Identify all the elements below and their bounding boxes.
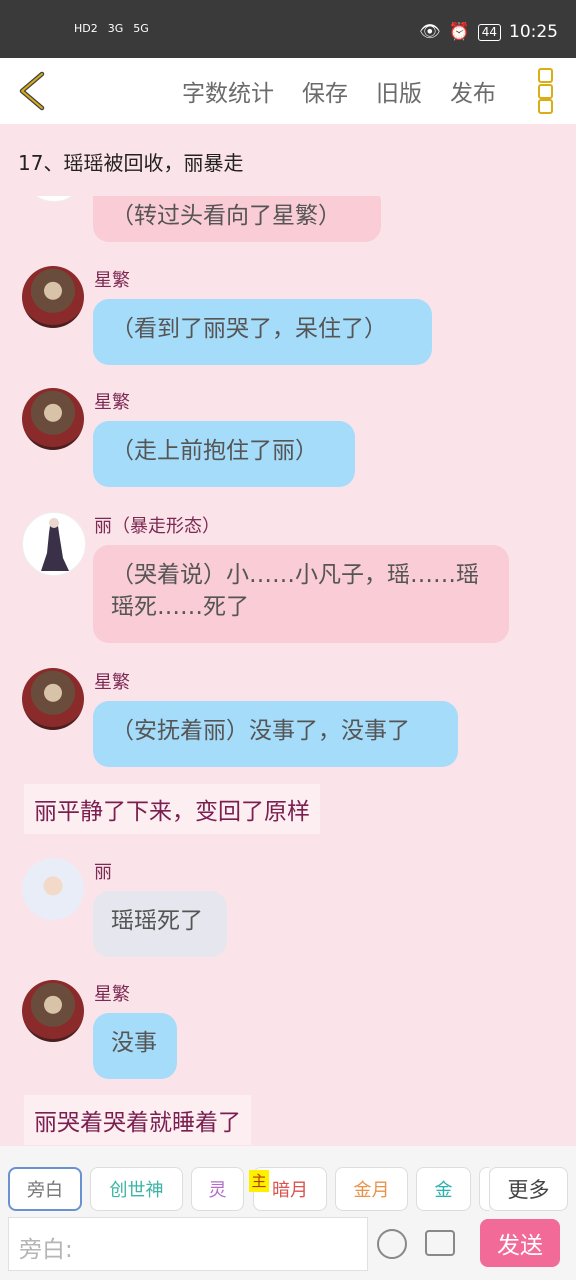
- avatar[interactable]: [22, 266, 84, 328]
- send-button[interactable]: 发送: [480, 1219, 560, 1267]
- role-tab-creator-god[interactable]: 创世神: [90, 1167, 183, 1211]
- role-tab-gold[interactable]: 金: [416, 1167, 471, 1211]
- alarm-icon: ⏰: [448, 22, 470, 42]
- main-role-badge: 主: [249, 1170, 269, 1192]
- chat-bubble[interactable]: （转过头看向了星繁）: [93, 196, 381, 242]
- role-tab-ling[interactable]: 灵: [191, 1167, 244, 1211]
- chat-list[interactable]: （转过头看向了星繁） 星繁 （看到了丽哭了，呆住了） 星繁 （走上前抱住了丽） …: [0, 196, 576, 1146]
- avatar[interactable]: [22, 388, 84, 450]
- chevron-left-icon[interactable]: [14, 70, 54, 112]
- status-bar: HD2 3G 5G 👁 ⏰ 44 10:25: [0, 0, 576, 58]
- avatar[interactable]: [22, 980, 84, 1042]
- narration-line[interactable]: 丽哭着哭着就睡着了: [24, 1095, 251, 1145]
- battery-indicator: 44: [477, 23, 501, 41]
- avatar[interactable]: [22, 858, 84, 920]
- image-icon[interactable]: [425, 1230, 455, 1256]
- more-roles-button[interactable]: 更多: [489, 1167, 568, 1211]
- emoji-icon[interactable]: [377, 1229, 407, 1259]
- chat-bubble[interactable]: 瑶瑶死了: [93, 891, 227, 957]
- status-left: HD2 3G 5G: [74, 22, 149, 35]
- avatar[interactable]: [22, 196, 86, 202]
- speaker-name: 星繁: [94, 270, 130, 291]
- narration-line[interactable]: 丽平静了下来，变回了原样: [24, 784, 320, 834]
- character-figure-icon: [41, 518, 69, 571]
- message-input[interactable]: 旁白:: [8, 1217, 368, 1271]
- speaker-name: 星繁: [94, 392, 130, 413]
- chat-bubble[interactable]: （看到了丽哭了，呆住了）: [93, 299, 432, 365]
- chat-bubble[interactable]: （安抚着丽）没事了，没事了: [93, 701, 458, 767]
- toolbar-menu: 字数统计 保存 旧版 发布: [182, 58, 496, 124]
- word-count-button[interactable]: 字数统计: [182, 74, 274, 108]
- chat-bubble[interactable]: （走上前抱住了丽）: [93, 421, 355, 487]
- more-options-icon[interactable]: [536, 68, 554, 114]
- chat-bubble[interactable]: （哭着说）小……小凡子，瑶……瑶瑶死……死了: [93, 545, 509, 643]
- signal-3g-icon: 3G: [107, 22, 124, 35]
- speaker-name: 丽: [94, 862, 112, 883]
- old-version-button[interactable]: 旧版: [376, 74, 422, 108]
- avatar[interactable]: [22, 512, 86, 576]
- speaker-name: 星繁: [94, 672, 130, 693]
- signal-5g-icon: 5G: [133, 22, 149, 35]
- role-tab-gold-moon[interactable]: 金月: [335, 1167, 408, 1211]
- hd-icon: HD2: [74, 22, 98, 35]
- publish-button[interactable]: 发布: [450, 74, 496, 108]
- status-right: 👁 ⏰ 44 10:25: [419, 22, 558, 42]
- eye-icon: 👁: [418, 22, 441, 42]
- role-tab-partial[interactable]: [479, 1167, 489, 1211]
- save-button[interactable]: 保存: [302, 74, 348, 108]
- time: 10:25: [509, 22, 558, 42]
- chapter-title: 17、瑶瑶被回收，丽暴走: [18, 151, 244, 175]
- avatar[interactable]: [22, 668, 84, 730]
- speaker-name: 丽（暴走形态）: [94, 516, 220, 537]
- role-tab-narrator[interactable]: 旁白: [8, 1167, 82, 1211]
- chat-bubble[interactable]: 没事: [93, 1013, 177, 1079]
- top-toolbar: 字数统计 保存 旧版 发布: [0, 58, 576, 124]
- speaker-name: 星繁: [94, 984, 130, 1005]
